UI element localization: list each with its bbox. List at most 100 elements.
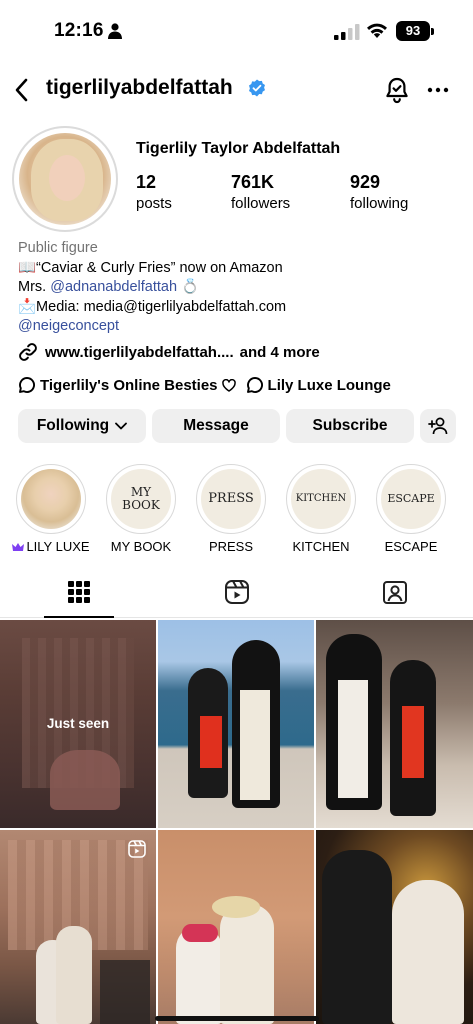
post-thumbnail[interactable]	[316, 830, 473, 1024]
man-cream-outfit	[240, 690, 270, 800]
tab-posts-grid[interactable]	[0, 566, 158, 618]
avatar-face	[49, 155, 85, 201]
highlight-cover-text: ESCAPE	[381, 469, 441, 529]
back-chevron-icon[interactable]	[10, 76, 36, 104]
highlight-ring	[16, 464, 86, 534]
suggested-users-button[interactable]	[420, 409, 456, 443]
highlight-ring: MY BOOK	[106, 464, 176, 534]
message-label: Message	[183, 417, 249, 434]
highlight-my-book[interactable]: MY BOOK MY BOOK	[106, 464, 176, 554]
link-chain-icon	[19, 343, 37, 361]
highlight-label: ESCAPE	[384, 539, 438, 554]
add-person-icon	[428, 417, 448, 435]
highlight-kitchen[interactable]: KITCHEN KITCHEN	[286, 464, 356, 554]
stat-following[interactable]: 929 following	[350, 172, 408, 212]
highlight-escape[interactable]: ESCAPE ESCAPE	[376, 464, 446, 554]
man-figure	[56, 926, 92, 1024]
stat-label: following	[350, 195, 409, 212]
reel-indicator-icon	[128, 840, 146, 858]
stat-label: posts	[136, 195, 172, 212]
red-dress	[200, 716, 222, 768]
crowd	[100, 960, 150, 1024]
profile-username: tigerlilyabdelfattah	[46, 76, 233, 99]
broadcast-channel-icon	[246, 377, 263, 393]
active-tab-indicator	[44, 616, 114, 618]
bio-line-book: 📖“Caviar & Curly Fries” now on Amazon	[18, 259, 283, 276]
more-options-icon[interactable]	[427, 76, 449, 104]
heart-icon	[221, 378, 236, 392]
battery-icon: 93	[396, 21, 430, 41]
tagged-icon	[383, 581, 407, 604]
cell-signal-icon	[334, 24, 360, 40]
highlight-ring: PRESS	[196, 464, 266, 534]
post-thumbnail[interactable]	[158, 830, 314, 1024]
profile-links[interactable]: www.tigerlilyabdelfattah.... and 4 more	[18, 342, 320, 362]
stat-value: 929	[350, 172, 381, 192]
following-label: Following	[36, 417, 110, 434]
woman-lace-dress	[392, 880, 464, 1024]
channel-online-besties[interactable]: Tigerlily's Online Besties	[40, 377, 218, 394]
camel-rider	[50, 750, 120, 810]
spouse-mention-link[interactable]: @adnanabdelfattah	[50, 279, 177, 295]
highlight-ring: ESCAPE	[376, 464, 446, 534]
posts-grid: Just seen	[0, 620, 473, 1024]
highlight-label-text: LILY LUXE	[26, 539, 90, 554]
highlight-press[interactable]: PRESS PRESS	[196, 464, 266, 554]
stat-value: 761K	[231, 172, 275, 192]
tab-reels[interactable]	[158, 566, 316, 618]
subscribe-label: Subscribe	[312, 417, 388, 434]
profile-content-tabs	[0, 566, 473, 618]
chevron-down-icon	[115, 422, 128, 430]
highlight-cover-text: PRESS	[201, 469, 261, 529]
just-seen-label: Just seen	[46, 716, 110, 731]
highlight-lily-luxe[interactable]: LILY LUXE	[12, 464, 90, 554]
grid-icon	[68, 581, 90, 603]
broadcast-channel-icon	[19, 377, 35, 393]
profile-header: tigerlilyabdelfattah	[0, 70, 473, 110]
status-bar: 12:16 93	[0, 0, 473, 62]
bio-line-media: 📩Media: media@tigerlilyabdelfattah.com	[18, 298, 287, 315]
subscribe-button[interactable]: Subscribe	[286, 409, 414, 443]
more-links[interactable]: and 4 more	[240, 344, 320, 361]
red-dress	[402, 706, 424, 778]
man-white-outfit	[338, 680, 368, 798]
profile-full-name: Tigerlily Taylor Abdelfattah	[136, 140, 341, 157]
message-button[interactable]: Message	[152, 409, 280, 443]
straw-hat	[212, 896, 260, 918]
status-time: 12:16	[54, 20, 104, 41]
stat-label: followers	[231, 195, 291, 212]
man-figure	[220, 904, 274, 1024]
channel-lily-luxe-lounge[interactable]: Lily Luxe Lounge	[268, 377, 391, 394]
reels-icon	[225, 580, 249, 604]
following-button[interactable]: Following	[18, 409, 146, 443]
highlight-cover	[21, 469, 81, 529]
avatar-photo	[19, 133, 111, 225]
broadcast-channels: Tigerlily's Online Besties Lily Luxe Lou…	[18, 376, 391, 394]
notification-bell-icon[interactable]	[384, 76, 410, 104]
highlight-cover-text: KITCHEN	[291, 469, 351, 529]
highlight-ring: KITCHEN	[286, 464, 356, 534]
red-headscarf	[182, 924, 218, 942]
home-indicator	[155, 1016, 319, 1021]
profile-bio: Public figure 📖“Caviar & Curly Fries” no…	[18, 239, 458, 337]
post-thumbnail[interactable]	[0, 830, 156, 1024]
brand-mention-link[interactable]: @neigeconcept	[18, 317, 458, 337]
crown-icon	[12, 543, 25, 551]
verified-badge-icon	[249, 79, 265, 97]
website-link[interactable]: www.tigerlilyabdelfattah....	[45, 344, 234, 361]
bio-prefix: Mrs.	[18, 279, 51, 296]
bio-suffix: 💍	[177, 279, 200, 296]
profile-avatar[interactable]	[12, 126, 118, 232]
tab-tagged[interactable]	[316, 566, 473, 618]
highlight-cover-text: MY BOOK	[111, 469, 171, 529]
post-thumbnail[interactable]: Just seen	[0, 620, 156, 828]
stat-value: 12	[136, 172, 157, 192]
stat-followers[interactable]: 761K followers	[231, 172, 290, 212]
bio-line-spouse: Mrs. @adnanabdelfattah 💍	[18, 278, 458, 298]
post-thumbnail[interactable]	[158, 620, 314, 828]
wifi-icon	[367, 23, 387, 38]
stat-posts[interactable]: 12 posts	[136, 172, 172, 212]
profile-category: Public figure	[18, 240, 98, 256]
post-thumbnail[interactable]	[316, 620, 473, 828]
battery-tip	[431, 28, 434, 35]
